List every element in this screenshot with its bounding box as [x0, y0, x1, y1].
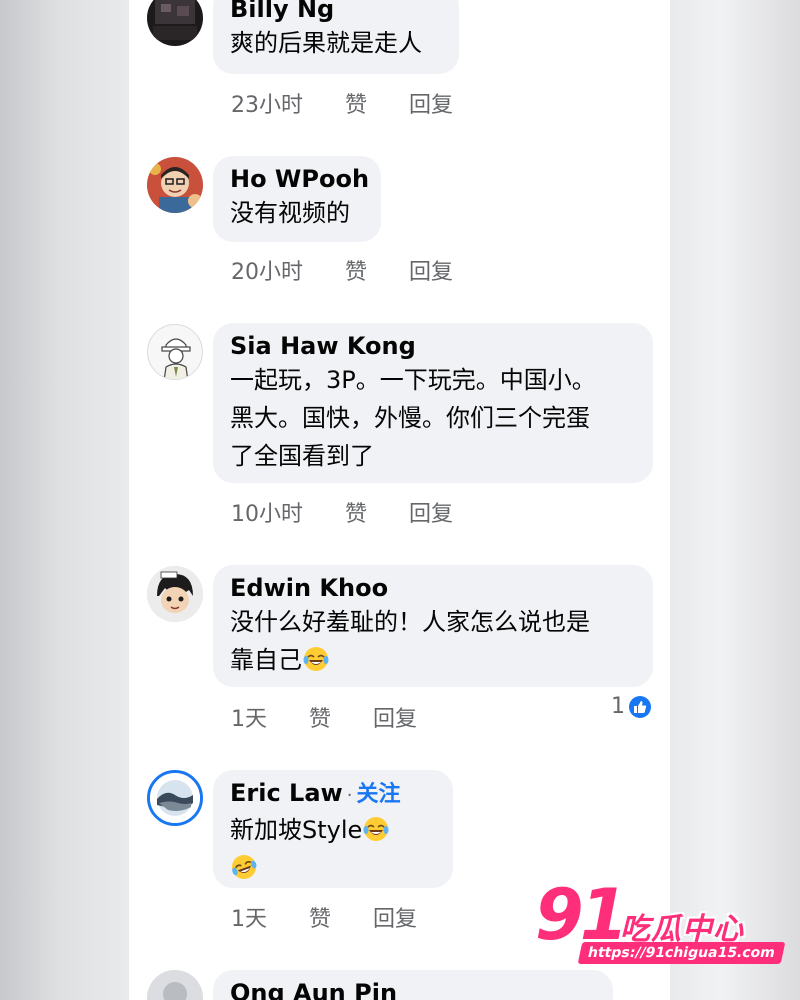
comment-actions: 10小时 赞 回复	[231, 496, 453, 528]
reply-button[interactable]: 回复	[409, 496, 453, 528]
comment-author: Eric Law · 关注	[230, 779, 401, 807]
like-button[interactable]: 赞	[345, 87, 367, 119]
reply-button[interactable]: 回复	[373, 701, 417, 733]
avatar[interactable]	[147, 566, 203, 622]
watermark-url: https://91chigua15.com	[577, 942, 786, 964]
reply-button[interactable]: 回复	[409, 87, 453, 119]
comment-actions: 23小时 赞 回复	[231, 87, 453, 119]
comment-text: 没有视频的	[230, 199, 350, 227]
comment-bubble: Edwin Khoo 没什么好羞耻的！人家怎么说也是 靠自己	[213, 565, 653, 687]
comment-bubble: Billy Ng 爽的后果就是走人	[213, 0, 459, 74]
comment-bubble: Sia Haw Kong 一起玩，3P。一下玩完。中国小。 黑大。国快，外慢。你…	[213, 323, 653, 483]
avatar[interactable]	[147, 0, 203, 46]
site-watermark-logo: 91 吃瓜中心 https://91chigua15.com	[535, 874, 786, 970]
comment-actions: 20小时 赞 回复	[231, 254, 453, 286]
comment-actions: 1天 赞 回复	[231, 701, 417, 733]
comment-time: 10小时	[231, 502, 303, 527]
avatar[interactable]	[147, 324, 203, 380]
like-button[interactable]: 赞	[345, 254, 367, 286]
reply-button[interactable]: 回复	[409, 254, 453, 286]
avatar[interactable]	[147, 770, 203, 826]
comments-panel: Billy Ng 爽的后果就是走人 23小时 赞 回复 Ho WPooh 没有视…	[129, 0, 670, 1000]
comment-author[interactable]: Ong Aun Pin	[230, 980, 596, 1000]
comment-text: 一起玩，3P。一下玩完。中国小。 黑大。国快，外慢。你们三个完蛋 了全国看到了	[230, 366, 596, 470]
comment-time: 23小时	[231, 93, 303, 118]
avatar[interactable]	[147, 157, 203, 213]
comment-author[interactable]: Ho WPooh	[230, 166, 369, 192]
comment-bubble: Eric Law · 关注 新加坡Style	[213, 770, 453, 888]
comment-actions: 1天 赞 回复	[231, 901, 417, 933]
comment-text: 爽的后果就是走人	[230, 29, 422, 57]
comment-time: 1天	[231, 907, 267, 932]
like-button[interactable]: 赞	[309, 901, 331, 933]
laughing-emoji-icon	[232, 855, 257, 879]
laughing-emoji-icon	[363, 817, 389, 841]
like-button[interactable]: 赞	[345, 496, 367, 528]
laughing-emoji-icon	[303, 647, 329, 671]
like-thumb-icon	[629, 695, 651, 718]
follow-button[interactable]: 关注	[356, 782, 400, 807]
watermark-number: 91	[535, 874, 628, 956]
comment-bubble: Ho WPooh 没有视频的	[213, 156, 381, 242]
comment-time: 1天	[231, 707, 267, 732]
comment-author[interactable]: Sia Haw Kong	[230, 333, 636, 359]
reply-button[interactable]: 回复	[373, 901, 417, 933]
like-button[interactable]: 赞	[309, 701, 331, 733]
comment-text: 没什么好羞耻的！人家怎么说也是 靠自己	[230, 608, 590, 674]
comment-author[interactable]: Edwin Khoo	[230, 575, 636, 601]
comment-time: 20小时	[231, 260, 303, 285]
comment-author[interactable]: Billy Ng	[230, 0, 442, 22]
comment-text: 新加坡Style	[230, 811, 436, 887]
avatar[interactable]	[147, 970, 203, 1000]
reaction-count[interactable]: 1	[611, 694, 651, 719]
comment-bubble: Ong Aun Pin	[213, 970, 613, 1000]
